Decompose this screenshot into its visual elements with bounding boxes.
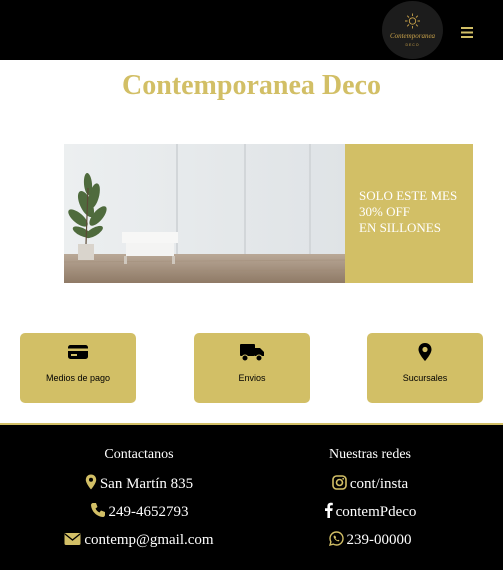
instagram-link[interactable]: cont/insta <box>350 476 408 492</box>
promo-line: SOLO ESTE MES <box>359 188 458 203</box>
menu-button[interactable] <box>458 24 478 40</box>
phone-link[interactable]: 249-4652793 <box>109 504 189 520</box>
email-link[interactable]: contemp@gmail.com <box>84 532 213 548</box>
truck-icon <box>240 344 264 362</box>
card-label: Envios <box>238 373 266 383</box>
facebook-link[interactable]: contemPdeco <box>336 504 417 520</box>
brand-logo[interactable]: Contemporanea DECO <box>382 1 443 59</box>
whatsapp-row[interactable]: 239-00000 <box>260 526 480 554</box>
footer: Contactanos San Martín 835 249-4652793 c… <box>0 423 503 570</box>
promo-banner[interactable]: SOLO ESTE MES 30% OFF EN SILLONES <box>64 144 473 283</box>
instagram-row[interactable]: cont/insta <box>260 470 480 498</box>
envelope-icon <box>64 532 81 546</box>
facebook-row[interactable]: contemPdeco <box>260 498 480 526</box>
social-heading: Nuestras redes <box>328 447 412 462</box>
map-pin-icon <box>85 474 97 490</box>
address-row: San Martín 835 <box>29 470 249 498</box>
hamburger-menu-icon <box>461 27 473 38</box>
top-navbar: Contemporanea DECO <box>0 0 503 60</box>
card-label: Sucursales <box>402 373 448 383</box>
logo-text: Contemporanea <box>390 32 436 40</box>
card-label: Medios de pago <box>45 373 111 383</box>
promo-line: EN SILLONES <box>359 220 441 235</box>
instagram-icon <box>332 475 347 490</box>
credit-card-icon <box>68 345 88 359</box>
email-row[interactable]: contemp@gmail.com <box>29 526 249 554</box>
payment-methods-card[interactable]: Medios de pago <box>20 333 136 403</box>
map-pin-icon <box>418 343 432 361</box>
promo-text-box: SOLO ESTE MES 30% OFF EN SILLONES <box>345 144 473 283</box>
contact-column: Contactanos San Martín 835 249-4652793 c… <box>29 447 249 554</box>
page-title: Contemporanea Deco <box>122 70 381 101</box>
branches-card[interactable]: Sucursales <box>367 333 483 403</box>
phone-icon <box>90 502 106 518</box>
whatsapp-link[interactable]: 239-00000 <box>347 532 412 548</box>
shipping-card[interactable]: Envios <box>194 333 310 403</box>
sun-logo-icon: Contemporanea DECO <box>390 13 436 47</box>
social-column: Nuestras redes cont/insta contemPdeco 23… <box>260 447 480 554</box>
address-text: San Martín 835 <box>99 476 194 492</box>
whatsapp-icon <box>328 531 344 546</box>
phone-row[interactable]: 249-4652793 <box>29 498 249 526</box>
facebook-icon <box>324 502 333 518</box>
banner-image <box>64 144 345 283</box>
logo-subtext: DECO <box>405 43 419 47</box>
contact-heading: Contactanos <box>104 447 174 462</box>
promo-line: 30% OFF <box>359 204 410 219</box>
